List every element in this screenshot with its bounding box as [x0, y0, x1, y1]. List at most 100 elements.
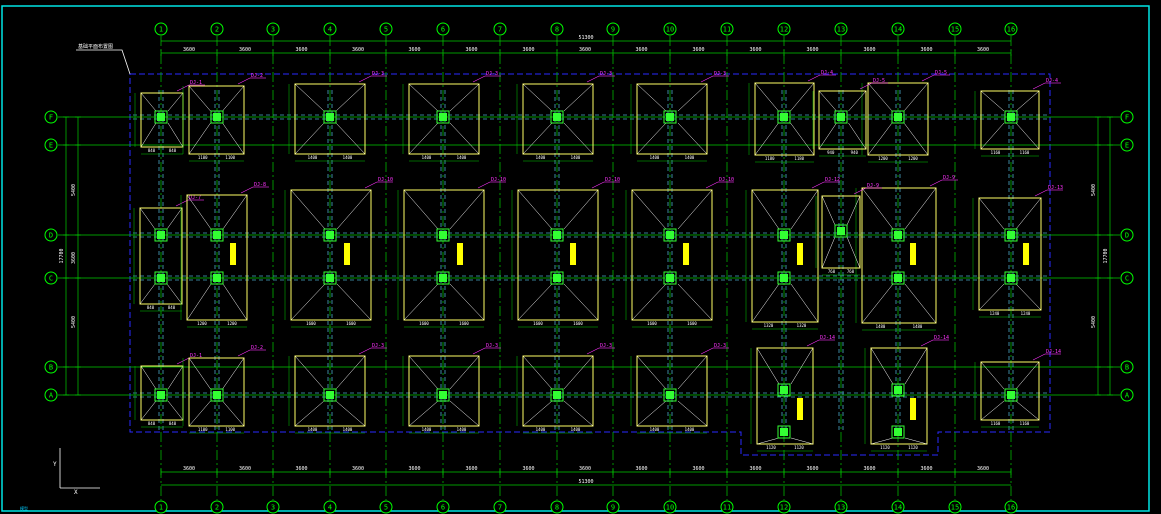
column	[439, 113, 447, 121]
footing-slope-line	[677, 83, 708, 112]
column	[666, 113, 674, 121]
footing-slope-line	[1015, 361, 1040, 390]
footing-dim-text: 1400	[685, 155, 695, 160]
axis-bubble-bottom-label: 16	[1007, 504, 1015, 512]
footing-slope-line	[904, 347, 928, 385]
footing-slope-line	[870, 437, 894, 445]
axis-bubble-bottom-label: 9	[611, 504, 615, 512]
dim-text: 3600	[465, 466, 477, 472]
dim-text: 3600	[692, 47, 704, 53]
model-tab-label: 模型	[20, 505, 28, 511]
footing-tag: DJ-3	[600, 71, 612, 77]
footing-slope-line	[336, 283, 372, 321]
ucs-y-label: Y	[53, 461, 57, 468]
footing-tag: DJ-2	[251, 73, 263, 79]
dim-text: 3600	[806, 466, 818, 472]
footing-slope-line	[790, 437, 814, 445]
footing-dim-text: 1200	[908, 156, 918, 161]
footing-slope-line	[1015, 283, 1042, 311]
dim-text: 3600	[920, 47, 932, 53]
column	[326, 274, 334, 282]
column	[439, 391, 447, 399]
footing-slope-line	[903, 82, 929, 112]
footing-dim-text: 1400	[650, 427, 660, 432]
footing-dim-text: 1400	[308, 427, 318, 432]
dim-text: 3600	[522, 47, 534, 53]
footing-slope-line	[408, 400, 439, 427]
footing-slope-line	[294, 83, 325, 112]
footing-outline	[978, 197, 1042, 311]
footing-tag-leader	[591, 181, 605, 189]
footing-dim-text: 1400	[422, 427, 432, 432]
footing-slope-line	[1015, 90, 1040, 112]
axis-bubble-top-label: 10	[666, 26, 674, 34]
footing-tag-leader	[364, 181, 378, 189]
column	[837, 227, 845, 235]
footing-dim-text: 940	[827, 150, 835, 155]
footing-slope-line	[631, 283, 667, 321]
footing-slope-line	[188, 122, 211, 155]
axis-bubble-top-label: 2	[215, 26, 219, 34]
axis-bubble-bottom-label: 11	[723, 504, 731, 512]
axis-bubble-bottom-label: 3	[271, 504, 275, 512]
footing-tag: DJ-10	[719, 177, 734, 183]
axis-bubbles: 1 2 3 4 5 6 7 8 9 10 11 12 13 14 15 161 2 3 4 5 6 7 8 9 10 11 12 13…	[44, 22, 1134, 514]
column	[553, 113, 561, 121]
column	[213, 274, 221, 282]
dim-text: 3600	[863, 466, 875, 472]
footing-dim-text: 840	[169, 421, 177, 426]
footing-slope-line	[751, 283, 780, 323]
axis-bubble-left-label: E	[49, 142, 53, 150]
dim-text: 3600	[183, 466, 195, 472]
footing-dim-text: 1400	[536, 155, 546, 160]
footing-slope-line	[186, 283, 212, 321]
dim-text: 3600	[239, 466, 251, 472]
footing-tag: DJ-3	[714, 343, 726, 349]
cad-drawing-canvas[interactable]: 基础平面布置图 840 840 DJ-1 1100 1100 DJ-2 1400 1400 DJ…	[0, 0, 1161, 514]
dim-text: 3600	[352, 466, 364, 472]
dim-text-total: 51300	[578, 479, 593, 485]
footing-slope-line	[904, 187, 937, 230]
footing-tag: DJ-5	[935, 70, 947, 76]
footing-dim-text: 1400	[308, 155, 318, 160]
footing-slope-line	[166, 207, 183, 230]
footing-tag-leader	[806, 339, 820, 347]
dim-text: 3600	[465, 47, 477, 53]
footing-slope-line	[636, 83, 667, 112]
footing-slope-line	[754, 122, 779, 156]
footing-slope-line	[139, 283, 156, 305]
footing-outline	[290, 189, 372, 321]
footing-tag-leader	[472, 347, 486, 355]
footing-tag-leader	[807, 74, 821, 82]
dim-text: 3600	[749, 466, 761, 472]
dim-text: 5400	[71, 316, 77, 328]
footing-slope-line	[848, 90, 867, 112]
dim-text: 3600	[635, 47, 647, 53]
footing-slope-line	[903, 122, 929, 156]
footing-slope-line	[756, 347, 780, 385]
axis-bubble-left-label: F	[49, 114, 53, 122]
axis-bubble-top-label: 3	[271, 26, 275, 34]
footing-slope-line	[290, 283, 326, 321]
axis-bubble-top-label: 6	[441, 26, 445, 34]
column	[157, 391, 165, 399]
column	[894, 428, 902, 436]
axis-bubble-bottom-label: 5	[384, 504, 388, 512]
footing-tag-leader	[1032, 82, 1046, 90]
axis-bubble-bottom-label: 10	[666, 504, 674, 512]
footing-dim-text: 1160	[991, 421, 1001, 426]
column	[1007, 274, 1015, 282]
dim-text: 3600	[408, 47, 420, 53]
column	[894, 386, 902, 394]
rebar-annotation	[683, 243, 689, 265]
footing-tag-leader	[175, 199, 189, 207]
dim-text: 3600	[806, 47, 818, 53]
column	[326, 113, 334, 121]
footing-tag: DJ-14	[1046, 349, 1061, 355]
rebar-annotation	[570, 243, 576, 265]
column	[666, 274, 674, 282]
footing-dim-text: 1400	[685, 427, 695, 432]
column	[157, 113, 165, 121]
footing-slope-line	[821, 195, 836, 226]
footing-slope-line	[140, 365, 157, 390]
